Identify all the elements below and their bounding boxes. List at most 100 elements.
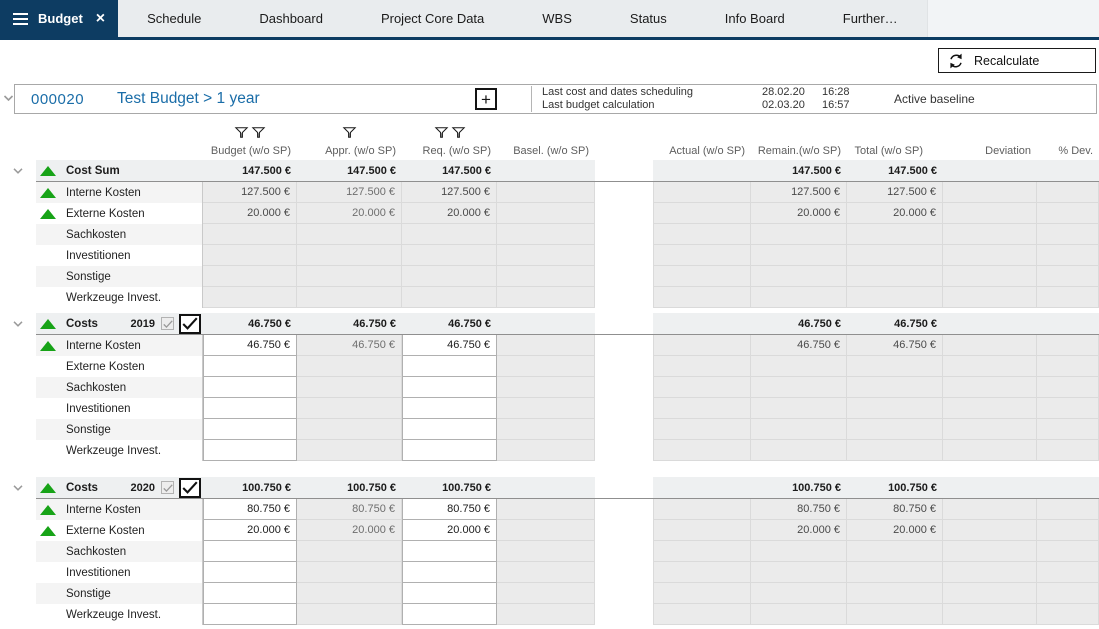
cell-req[interactable] bbox=[402, 356, 497, 377]
cell-req[interactable] bbox=[402, 562, 497, 583]
cell-budget[interactable] bbox=[203, 562, 297, 583]
row-label-cell[interactable]: Sachkosten bbox=[36, 541, 203, 562]
cell-req[interactable] bbox=[402, 398, 497, 419]
cell-actual bbox=[653, 182, 751, 203]
cell-budget[interactable] bbox=[203, 604, 297, 625]
close-icon[interactable]: × bbox=[96, 11, 105, 27]
row-label-cell[interactable]: Werkzeuge Invest. bbox=[36, 604, 203, 625]
row-label-cell[interactable]: Sachkosten bbox=[36, 224, 203, 245]
row-label-cell[interactable]: Interne Kosten bbox=[36, 499, 203, 520]
row-label-cell[interactable]: Investitionen bbox=[36, 398, 203, 419]
cell-dev_pct bbox=[1037, 583, 1099, 604]
cell-req[interactable] bbox=[402, 541, 497, 562]
tab-budget[interactable]: Budget × bbox=[0, 0, 118, 37]
refresh-icon bbox=[947, 52, 965, 70]
column-header[interactable]: Basel. (w/o SP) bbox=[497, 145, 595, 157]
cell-budget[interactable] bbox=[203, 440, 297, 461]
filter-icon[interactable] bbox=[235, 127, 248, 138]
row-label-cell[interactable]: Investitionen bbox=[36, 562, 203, 583]
chevron-down-icon[interactable] bbox=[13, 485, 23, 491]
row-label-cell[interactable]: Interne Kosten bbox=[36, 182, 203, 203]
add-button[interactable]: + bbox=[475, 88, 497, 110]
tab-schedule[interactable]: Schedule bbox=[118, 0, 230, 37]
cell-total bbox=[847, 245, 943, 266]
tab-further-[interactable]: Further… bbox=[814, 0, 927, 37]
group-label-cell[interactable]: Cost Sum bbox=[36, 160, 203, 182]
cell-deviation bbox=[943, 398, 1037, 419]
row-label-cell[interactable]: Werkzeuge Invest. bbox=[36, 440, 203, 461]
cell-req[interactable]: 46.750 € bbox=[402, 335, 497, 356]
cell-budget[interactable] bbox=[203, 377, 297, 398]
filter-icon[interactable] bbox=[435, 127, 448, 138]
column-header[interactable]: Budget (w/o SP) bbox=[203, 145, 297, 157]
cell-req[interactable]: 20.000 € bbox=[402, 520, 497, 541]
chevron-down-icon[interactable] bbox=[13, 168, 23, 174]
group-label-cell[interactable]: Costs2019 bbox=[36, 313, 203, 335]
cell-remain bbox=[751, 440, 847, 461]
cell-req[interactable] bbox=[402, 377, 497, 398]
cell-req[interactable] bbox=[402, 440, 497, 461]
filter-icon[interactable] bbox=[452, 127, 465, 138]
cell-req[interactable]: 80.750 € bbox=[402, 499, 497, 520]
scheduling-label: Last budget calculation bbox=[542, 99, 762, 112]
cell-budget[interactable] bbox=[203, 583, 297, 604]
row-label-cell[interactable]: Externe Kosten bbox=[36, 356, 203, 377]
column-gap bbox=[595, 138, 653, 157]
column-gap bbox=[595, 604, 653, 625]
cell-budget[interactable]: 46.750 € bbox=[203, 335, 297, 356]
cell-appr: 46.750 € bbox=[297, 335, 402, 356]
filter-icon[interactable] bbox=[252, 127, 265, 138]
project-id[interactable]: 000020 bbox=[31, 91, 117, 108]
column-header[interactable]: Req. (w/o SP) bbox=[402, 145, 497, 157]
tab-status[interactable]: Status bbox=[601, 0, 696, 37]
approved-checkbox[interactable] bbox=[179, 314, 201, 334]
cell-dev_pct bbox=[1037, 520, 1099, 541]
row-label-cell[interactable]: Investitionen bbox=[36, 245, 203, 266]
group-spacer bbox=[0, 461, 1099, 477]
group-label-cell[interactable]: Costs2020 bbox=[36, 477, 203, 499]
row-label-cell[interactable]: Externe Kosten bbox=[36, 520, 203, 541]
cell-budget[interactable] bbox=[203, 356, 297, 377]
column-gap bbox=[595, 182, 653, 203]
column-header[interactable]: Remain.(w/o SP) bbox=[751, 145, 847, 157]
cell-budget[interactable] bbox=[203, 398, 297, 419]
row-label-cell[interactable]: Werkzeuge Invest. bbox=[36, 287, 203, 308]
column-header[interactable]: % Dev. bbox=[1037, 145, 1099, 157]
row-label-cell[interactable]: Sonstige bbox=[36, 419, 203, 440]
column-header[interactable]: Total (w/o SP) bbox=[847, 145, 943, 157]
tab-wbs[interactable]: WBS bbox=[513, 0, 601, 37]
tab-dashboard[interactable]: Dashboard bbox=[230, 0, 352, 37]
cell-req[interactable] bbox=[402, 604, 497, 625]
tab-info-board[interactable]: Info Board bbox=[696, 0, 814, 37]
project-title[interactable]: Test Budget > 1 year bbox=[117, 90, 469, 108]
column-header[interactable]: Deviation bbox=[943, 145, 1037, 157]
row-label-cell[interactable]: Externe Kosten bbox=[36, 203, 203, 224]
cell-appr bbox=[297, 224, 402, 245]
row-label-cell[interactable]: Interne Kosten bbox=[36, 335, 203, 356]
column-gap bbox=[595, 203, 653, 224]
cost-type-row: Sachkosten bbox=[0, 541, 1099, 562]
cell-budget[interactable] bbox=[203, 419, 297, 440]
cell-req[interactable] bbox=[402, 419, 497, 440]
cell-req[interactable] bbox=[402, 583, 497, 604]
recalculate-button[interactable]: Recalculate bbox=[938, 48, 1096, 73]
hamburger-menu-icon[interactable] bbox=[13, 10, 28, 28]
cell-budget[interactable]: 80.750 € bbox=[203, 499, 297, 520]
row-label-cell[interactable]: Sonstige bbox=[36, 583, 203, 604]
approved-checkbox[interactable] bbox=[179, 478, 201, 498]
row-label-cell[interactable]: Sonstige bbox=[36, 266, 203, 287]
chevron-down-icon[interactable] bbox=[3, 95, 14, 102]
group-cell-remain: 147.500 € bbox=[751, 160, 847, 182]
cell-budget[interactable]: 20.000 € bbox=[203, 520, 297, 541]
row-label-cell[interactable]: Sachkosten bbox=[36, 377, 203, 398]
cell-budget[interactable] bbox=[203, 541, 297, 562]
column-header[interactable]: Actual (w/o SP) bbox=[653, 145, 751, 157]
tab-project-core-data[interactable]: Project Core Data bbox=[352, 0, 513, 37]
trend-up-icon bbox=[40, 188, 56, 198]
filter-cell bbox=[203, 120, 297, 138]
column-header[interactable]: Appr. (w/o SP) bbox=[297, 145, 402, 157]
cell-dev_pct bbox=[1037, 398, 1099, 419]
filter-icon[interactable] bbox=[343, 127, 356, 138]
column-gap bbox=[595, 377, 653, 398]
chevron-down-icon[interactable] bbox=[13, 321, 23, 327]
